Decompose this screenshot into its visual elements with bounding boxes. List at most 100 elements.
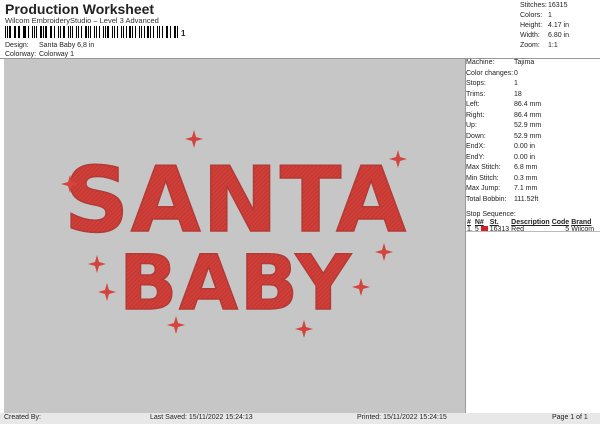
barcode-bar — [33, 26, 35, 38]
stat-row: Max Stitch: 6.8 mm — [466, 164, 537, 171]
barcode-bar — [140, 26, 142, 38]
summary-row: Height: 4.17 in — [520, 22, 569, 29]
barcode-bar — [49, 26, 51, 38]
barcode-bar — [157, 26, 158, 38]
barcode-bar — [158, 26, 160, 38]
barcode-bar — [167, 26, 168, 38]
star-icon — [88, 255, 106, 273]
barcode-bar — [72, 26, 74, 38]
barcode-bar — [24, 26, 26, 38]
barcode-bar — [6, 26, 8, 38]
barcode — [5, 26, 180, 38]
barcode-bar — [81, 26, 82, 38]
summary-label: Height: — [520, 22, 543, 29]
summary-row: Width: 6.80 in — [520, 32, 569, 39]
stat-value: 1 — [514, 80, 518, 87]
stat-row: Max Jump: 7.1 mm — [466, 185, 537, 192]
printed: Printed: 15/11/2022 15:24:15 — [357, 414, 447, 421]
stat-value: Tajima — [514, 59, 535, 66]
barcode-bar — [129, 26, 132, 38]
barcode-bar — [15, 26, 16, 38]
barcode-bar — [27, 26, 29, 38]
column-header: Description — [511, 219, 550, 226]
last-saved: Last Saved: 15/11/2022 15:24:13 — [150, 414, 253, 421]
summary-value: 1:1 — [548, 42, 558, 49]
colorway-row: Colorway: Colorway 1 — [5, 51, 74, 58]
column-header: Brand — [571, 219, 592, 226]
stat-row: Down: 52.9 mm — [466, 133, 541, 140]
barcode-bar — [13, 26, 15, 38]
stat-row: Stops: 1 — [466, 80, 518, 87]
stat-row: Min Stitch: 0.3 mm — [466, 175, 537, 182]
summary-label: Stitches: — [520, 2, 547, 9]
barcode-bar — [132, 26, 134, 38]
barcode-bar — [39, 26, 42, 38]
stat-label: Trims: — [466, 90, 486, 98]
stat-label: Right: — [466, 111, 485, 119]
barcode-bar — [17, 26, 20, 38]
stat-value: 0.00 in — [514, 153, 536, 161]
stat-value: 0.00 in — [514, 143, 536, 150]
stat-value: 52.9 mm — [514, 132, 542, 140]
stat-row: EndX: 0.00 in — [466, 143, 535, 150]
summary-value: 4.17 in — [548, 22, 570, 29]
barcode-bar — [112, 26, 113, 38]
barcode-bar — [113, 26, 116, 38]
design-preview: SANTA BABY — [4, 59, 465, 413]
summary-value: 16315 — [548, 2, 568, 9]
summary-row: Colors: 1 — [520, 12, 552, 19]
barcode-bar — [90, 26, 91, 38]
stat-label: Max Jump: — [466, 185, 501, 192]
barcode-bar — [104, 26, 106, 38]
colorway-value: Colorway 1 — [39, 51, 75, 58]
summary-panel: Stitches: 16315 Colors: 1 Height: 4.17 in W… — [520, 2, 600, 52]
summary-label: Zoom: — [520, 42, 540, 49]
barcode-bar — [125, 26, 127, 38]
summary-label: Colors: — [520, 12, 543, 19]
barcode-bar — [120, 26, 122, 38]
star-icon — [98, 283, 116, 301]
barcode-bar — [9, 26, 11, 38]
page-number: Page 1 of 1 — [552, 414, 588, 421]
stat-value: 6.8 mm — [514, 164, 538, 171]
stat-row: Up: 52.9 mm — [466, 122, 541, 129]
summary-value: 1 — [548, 12, 552, 19]
star-icon — [185, 130, 203, 148]
summary-row: Zoom: 1:1 — [520, 42, 558, 49]
footer: Created By: Last Saved: 15/11/2022 15:24… — [0, 413, 600, 424]
barcode-bar — [103, 26, 104, 38]
design-text-line2: BABY — [119, 238, 353, 327]
barcode-bar — [54, 26, 56, 38]
barcode-bar — [107, 26, 110, 38]
stat-value: 86.4 mm — [514, 111, 542, 119]
barcode-bar — [99, 26, 101, 38]
stat-value: 86.4 mm — [514, 101, 542, 108]
stat-label: Up: — [466, 122, 477, 129]
stat-label: Machine: — [466, 59, 495, 66]
table-divider — [466, 231, 600, 232]
stat-value: 0.3 mm — [514, 174, 538, 182]
stat-value: 18 — [514, 90, 522, 98]
barcode-bar — [93, 26, 96, 38]
barcode-bar — [22, 26, 24, 38]
stat-label: Total Bobbin: — [466, 195, 507, 203]
stat-label: Stops: — [466, 80, 486, 87]
barcode-bar — [153, 26, 155, 38]
stat-row: EndY: 0.00 in — [466, 153, 535, 161]
stat-label: EndY: — [466, 153, 485, 161]
barcode-bar — [67, 26, 69, 38]
stats-panel: Machine: Tajima Color changes: 0 Stops: 1 Trim… — [466, 59, 600, 413]
barcode-bar — [69, 26, 71, 38]
barcode-bar — [51, 26, 53, 38]
stat-row: Total Bobbin: 111.52ft — [466, 195, 538, 203]
column-header: Code — [551, 219, 570, 226]
star-icon — [352, 278, 370, 296]
barcode-bar — [58, 26, 59, 38]
column-header: # — [467, 219, 471, 226]
barcode-bar — [36, 26, 37, 38]
column-header: St. — [489, 219, 499, 226]
barcode-bar — [59, 26, 61, 38]
stat-label: Color changes: — [466, 69, 514, 77]
created-by: Created By: — [4, 414, 41, 421]
stat-label: Max Stitch: — [466, 164, 501, 171]
